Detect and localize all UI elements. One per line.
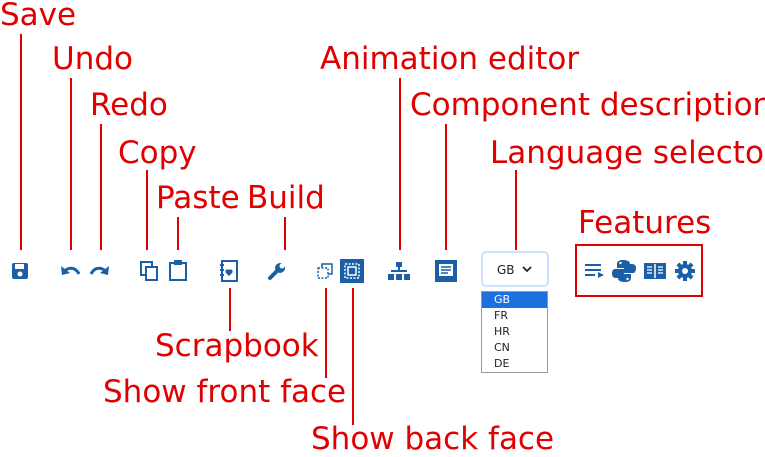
leader-component-descriptions bbox=[445, 124, 447, 250]
label-paste: Paste bbox=[156, 180, 240, 216]
features-list-icon[interactable] bbox=[584, 263, 606, 279]
label-scrapbook: Scrapbook bbox=[155, 328, 319, 364]
animation-editor-icon[interactable] bbox=[388, 261, 410, 281]
language-option-gb[interactable]: GB bbox=[482, 292, 547, 308]
label-undo: Undo bbox=[52, 41, 133, 77]
label-build: Build bbox=[247, 180, 325, 216]
leader-scrapbook bbox=[229, 288, 231, 331]
undo-icon[interactable] bbox=[60, 263, 82, 279]
label-animation-editor: Animation editor bbox=[320, 41, 580, 77]
leader-save bbox=[20, 34, 22, 250]
leader-show-back-face bbox=[352, 288, 354, 425]
label-show-front-face: Show front face bbox=[103, 374, 347, 410]
leader-copy bbox=[146, 170, 148, 250]
leader-build bbox=[284, 217, 286, 250]
leader-language-selector bbox=[515, 170, 517, 250]
chevron-down-icon bbox=[521, 263, 533, 278]
settings-gear-icon[interactable] bbox=[675, 261, 695, 281]
redo-icon[interactable] bbox=[88, 263, 110, 279]
save-icon[interactable] bbox=[11, 262, 29, 280]
label-language-selector: Language selector bbox=[490, 135, 765, 171]
leader-animation-editor bbox=[399, 78, 401, 250]
label-save: Save bbox=[0, 0, 77, 33]
leader-redo bbox=[100, 124, 102, 250]
label-redo: Redo bbox=[90, 87, 168, 123]
paste-icon[interactable] bbox=[168, 259, 188, 281]
language-option-de[interactable]: DE bbox=[482, 356, 547, 372]
label-copy: Copy bbox=[118, 135, 197, 171]
scrapbook-icon[interactable] bbox=[219, 259, 239, 283]
copy-icon[interactable] bbox=[139, 261, 159, 281]
show-front-face-icon[interactable] bbox=[316, 262, 334, 280]
build-icon[interactable] bbox=[266, 260, 288, 282]
leader-show-front-face bbox=[325, 288, 327, 378]
component-descriptions-icon[interactable] bbox=[434, 259, 458, 283]
label-show-back-face: Show back face bbox=[311, 421, 555, 457]
leader-paste bbox=[177, 217, 179, 250]
show-back-face-icon[interactable] bbox=[340, 259, 364, 283]
language-selected-value: GB bbox=[497, 263, 515, 277]
python-icon[interactable] bbox=[612, 259, 636, 283]
label-component-descriptions: Component descriptions bbox=[410, 87, 765, 123]
language-option-hr[interactable]: HR bbox=[482, 324, 547, 340]
book-icon[interactable] bbox=[643, 262, 667, 280]
language-selector[interactable]: GB bbox=[481, 251, 549, 287]
language-option-cn[interactable]: CN bbox=[482, 340, 547, 356]
language-option-fr[interactable]: FR bbox=[482, 308, 547, 324]
language-dropdown-list: GB FR HR CN DE bbox=[481, 291, 548, 373]
leader-undo bbox=[70, 78, 72, 250]
label-features: Features bbox=[578, 205, 712, 241]
